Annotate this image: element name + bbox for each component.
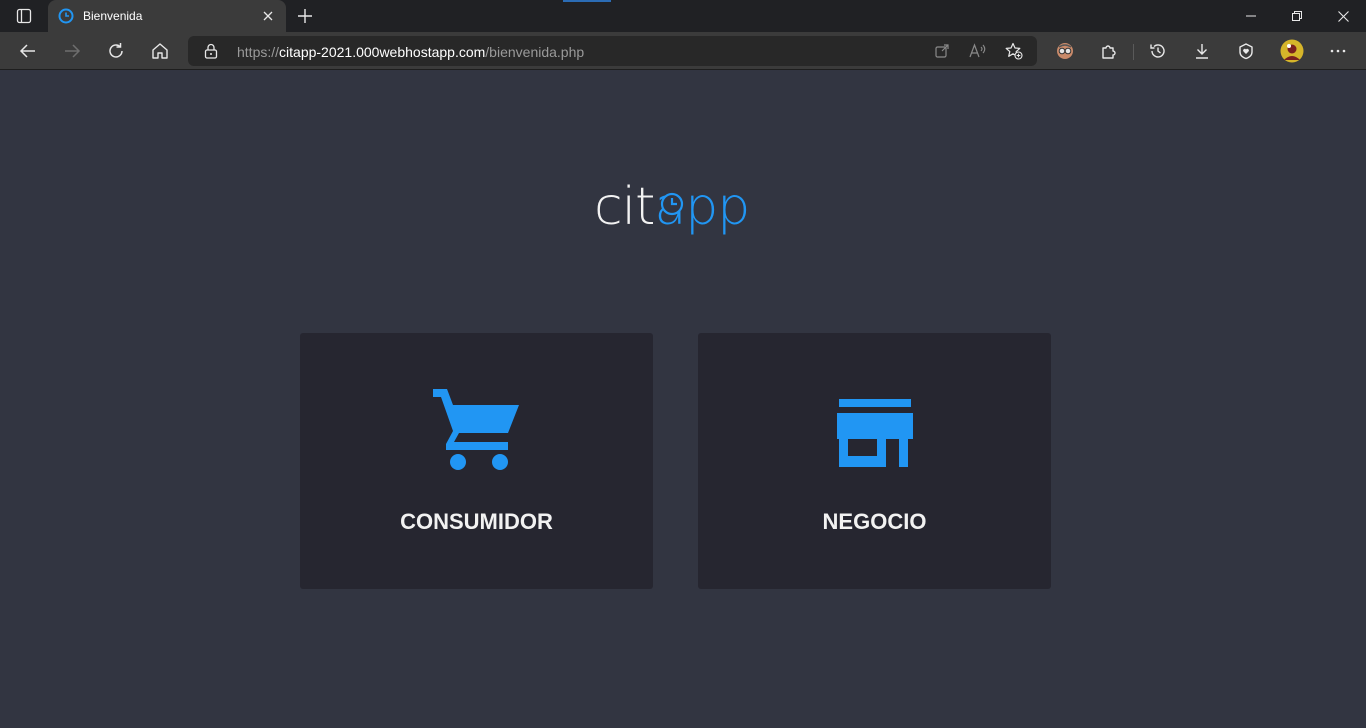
url-path: /bienvenida.php — [485, 44, 585, 60]
citapp-logo: citapp — [594, 172, 750, 242]
shopping-cart-icon — [432, 389, 519, 470]
forward-button[interactable] — [56, 37, 88, 65]
address-bar[interactable]: https://citapp-2021.000webhostapp.com/bi… — [188, 36, 1037, 66]
refresh-icon — [109, 43, 123, 58]
logo-clock-icon — [660, 192, 684, 216]
new-tab-button[interactable] — [292, 4, 318, 28]
download-icon — [1196, 44, 1208, 59]
profile-avatar-icon — [1280, 39, 1304, 63]
settings-more-button[interactable] — [1322, 37, 1354, 65]
restore-button[interactable] — [1274, 0, 1320, 32]
open-in-app-button[interactable] — [933, 42, 951, 60]
back-arrow-icon — [19, 44, 35, 58]
history-icon — [1150, 44, 1165, 58]
toolbar-separator — [1133, 44, 1134, 60]
downloads-button[interactable] — [1186, 37, 1218, 65]
close-window-icon — [1337, 10, 1349, 22]
browser-toolbar: https://citapp-2021.000webhostapp.com/bi… — [0, 32, 1366, 70]
back-button[interactable] — [12, 37, 44, 65]
url-text[interactable]: https://citapp-2021.000webhostapp.com/bi… — [237, 44, 584, 60]
forward-arrow-icon — [65, 44, 81, 58]
window-accent-bar — [563, 0, 611, 2]
consumer-card[interactable]: CONSUMIDOR — [300, 333, 653, 589]
refresh-button[interactable] — [100, 37, 132, 65]
tab-title: Bienvenida — [83, 9, 143, 23]
url-scheme: https:// — [237, 44, 280, 60]
logo-text-cit: cit — [594, 177, 655, 237]
tab-actions-button[interactable] — [8, 4, 40, 28]
tab-actions-icon — [16, 8, 32, 24]
home-icon — [152, 43, 168, 59]
extensions-button[interactable] — [1093, 37, 1125, 65]
store-icon — [836, 399, 913, 467]
close-icon — [263, 11, 273, 21]
add-favorite-button[interactable] — [1005, 42, 1023, 60]
lock-icon — [204, 43, 218, 59]
favicon-clock-icon — [58, 8, 74, 24]
read-aloud-icon — [969, 43, 986, 58]
more-dots-icon — [1330, 49, 1346, 53]
history-button[interactable] — [1142, 37, 1174, 65]
extension-avatar-button[interactable] — [1049, 37, 1081, 65]
minimize-icon — [1246, 15, 1256, 17]
star-add-icon — [1005, 42, 1023, 60]
browser-tab[interactable]: Bienvenida — [48, 0, 286, 32]
glasses-face-icon — [1057, 43, 1073, 59]
puzzle-icon — [1102, 45, 1116, 59]
close-window-button[interactable] — [1320, 0, 1366, 32]
url-host: citapp-2021.000webhostapp.com — [279, 44, 486, 60]
shield-heart-icon — [1239, 43, 1253, 60]
business-card-label: NEGOCIO — [822, 509, 927, 534]
open-external-icon — [935, 44, 949, 58]
business-card[interactable]: NEGOCIO — [698, 333, 1051, 589]
plus-icon — [298, 9, 312, 23]
minimize-button[interactable] — [1228, 0, 1274, 32]
home-button[interactable] — [144, 37, 176, 65]
tab-bar: Bienvenida — [0, 0, 1366, 32]
browser-essentials-button[interactable] — [1230, 37, 1262, 65]
profile-button[interactable] — [1276, 37, 1308, 65]
close-tab-button[interactable] — [260, 8, 276, 24]
restore-icon — [1292, 11, 1302, 21]
read-aloud-button[interactable] — [969, 42, 987, 60]
consumer-card-label: CONSUMIDOR — [400, 509, 553, 534]
